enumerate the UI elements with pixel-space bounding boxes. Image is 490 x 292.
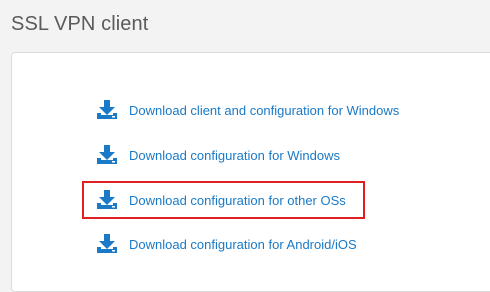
- download-link-label: Download configuration for other OSs: [129, 192, 346, 208]
- download-link-label: Download configuration for Android/iOS: [129, 236, 357, 252]
- download-icon: [96, 189, 118, 211]
- download-config-android-ios-link[interactable]: Download configuration for Android/iOS: [96, 232, 357, 256]
- download-config-windows-link[interactable]: Download configuration for Windows: [96, 143, 340, 167]
- download-link-label: Download configuration for Windows: [129, 147, 340, 163]
- download-icon: [96, 233, 118, 255]
- download-icon: [96, 99, 118, 121]
- download-link-label: Download client and configuration for Wi…: [129, 102, 400, 118]
- page-title: SSL VPN client: [11, 13, 149, 35]
- download-client-and-config-windows-link[interactable]: Download client and configuration for Wi…: [96, 98, 399, 122]
- download-icon: [96, 144, 118, 166]
- download-panel: [11, 52, 490, 292]
- download-config-other-os-link[interactable]: Download configuration for other OSs: [96, 188, 346, 212]
